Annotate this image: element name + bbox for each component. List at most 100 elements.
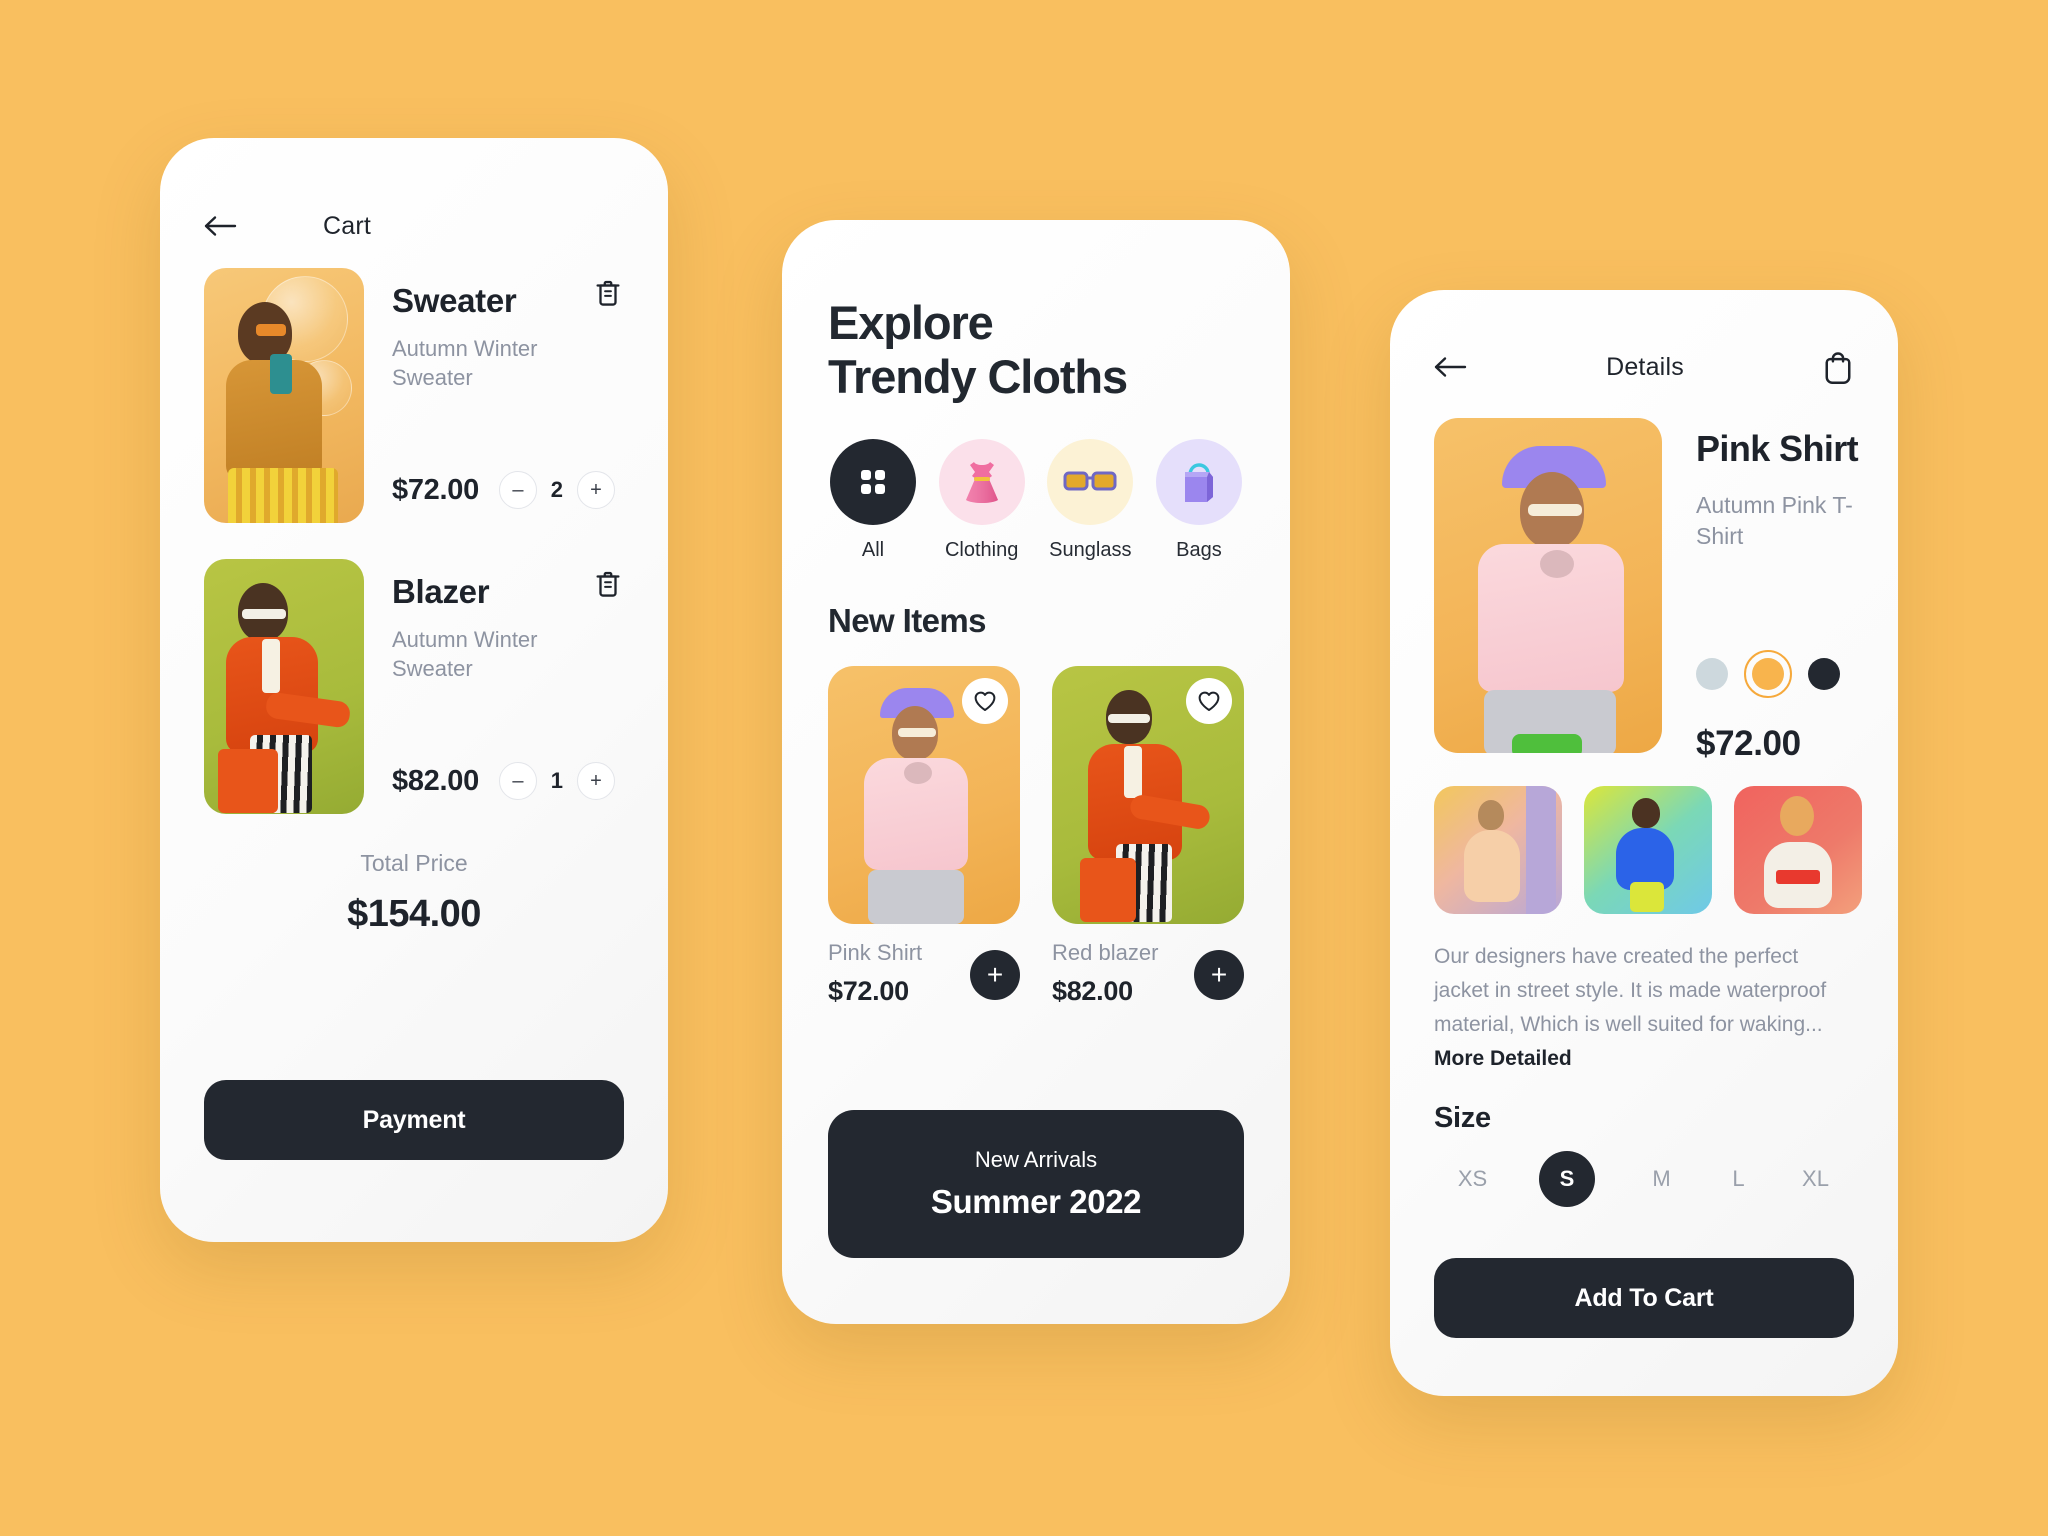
heart-icon[interactable] xyxy=(1186,678,1232,725)
gallery-thumbnail[interactable] xyxy=(1734,786,1862,915)
screenshot-canvas: Cart Sweater Autumn Winter Sweater $72.0… xyxy=(0,0,2048,1536)
total-price-value: $154.00 xyxy=(347,893,481,935)
color-swatch-list xyxy=(1696,650,1898,699)
size-option-s-selected[interactable]: S xyxy=(1539,1151,1595,1208)
cart-item-body: Blazer Autumn Winter Sweater $82.00 – 1 … xyxy=(364,559,624,814)
product-card[interactable]: Red blazer $82.00 + xyxy=(1052,666,1244,1007)
cart-screen: Cart Sweater Autumn Winter Sweater $72.0… xyxy=(160,138,668,1242)
product-image-main[interactable] xyxy=(1434,418,1662,753)
cart-item-name: Sweater xyxy=(392,282,517,319)
banner-title: Summer 2022 xyxy=(930,1183,1142,1220)
cart-item-name: Blazer xyxy=(392,573,490,610)
size-option-m[interactable]: M xyxy=(1623,1166,1700,1192)
page-title: Cart xyxy=(323,211,372,240)
grid-icon xyxy=(856,465,890,499)
decrease-quantity-button[interactable]: – xyxy=(498,762,537,800)
page-title: Details xyxy=(1606,352,1684,381)
details-info: Pink Shirt Autumn Pink T-Shirt $72.00 xyxy=(1662,418,1898,764)
increase-quantity-button[interactable]: + xyxy=(576,471,615,509)
product-meta: Red blazer $82.00 + xyxy=(1052,924,1244,1007)
color-swatch-dark-navy[interactable] xyxy=(1808,658,1840,691)
product-name: Pink Shirt xyxy=(1696,428,1859,469)
category-circle xyxy=(830,439,916,526)
category-label: Bags xyxy=(1176,539,1222,562)
bag-icon xyxy=(1177,458,1221,506)
category-circle xyxy=(1155,439,1242,526)
cart-item-price-row: $72.00 – 2 + xyxy=(392,471,624,509)
category-item-all[interactable]: All xyxy=(828,439,918,562)
cart-item-subtitle: Autumn Winter Sweater xyxy=(392,627,538,682)
color-swatch-light-gray[interactable] xyxy=(1696,658,1728,691)
explore-screen: Explore Trendy Cloths All Clothing Sungl… xyxy=(782,220,1290,1324)
category-list: All Clothing Sunglass Bags xyxy=(782,403,1290,562)
arrow-left-icon[interactable] xyxy=(1434,355,1468,379)
decrease-quantity-button[interactable]: – xyxy=(498,471,537,509)
product-grid: Pink Shirt $72.00 + Red blazer $82.00 + xyxy=(782,640,1290,1007)
category-item-sunglass[interactable]: Sunglass xyxy=(1045,439,1135,562)
product-image-red-blazer[interactable] xyxy=(1052,666,1244,925)
size-option-l[interactable]: L xyxy=(1700,1166,1777,1192)
product-card[interactable]: Pink Shirt $72.00 + xyxy=(828,666,1020,1007)
product-thumbnail-sweater[interactable] xyxy=(204,268,364,523)
quantity-stepper: – 2 + xyxy=(498,471,615,509)
category-item-clothing[interactable]: Clothing xyxy=(937,439,1027,562)
size-selector: XS S M L XL xyxy=(1390,1135,1898,1208)
product-thumbnail-blazer[interactable] xyxy=(204,559,364,814)
cart-topbar: Cart xyxy=(160,138,668,258)
category-label: Sunglass xyxy=(1049,539,1132,562)
sunglasses-icon xyxy=(1063,468,1117,496)
quantity-stepper: – 1 + xyxy=(498,762,615,800)
details-hero: Pink Shirt Autumn Pink T-Shirt $72.00 xyxy=(1390,400,1898,764)
banner-subtitle: New Arrivals xyxy=(974,1147,1098,1172)
product-image-pink-shirt[interactable] xyxy=(828,666,1020,925)
cart-item-body: Sweater Autumn Winter Sweater $72.00 – 2… xyxy=(364,268,624,523)
cart-item-price: $82.00 xyxy=(392,764,479,797)
add-to-cart-button[interactable]: + xyxy=(970,950,1020,1001)
explore-title-line2: Trendy Cloths xyxy=(828,349,1128,403)
explore-title-line1: Explore xyxy=(828,296,994,349)
section-title-new-items: New Items xyxy=(828,602,986,640)
gallery-thumbnail[interactable] xyxy=(1434,786,1562,915)
cart-item-list: Sweater Autumn Winter Sweater $72.00 – 2… xyxy=(160,258,668,814)
add-to-cart-button[interactable]: Add To Cart xyxy=(1434,1258,1854,1338)
gallery-thumbnail[interactable] xyxy=(1584,786,1712,915)
description-text: Our designers have created the perfect j… xyxy=(1434,945,1827,1037)
total-price-label: Total Price xyxy=(360,850,468,876)
category-label: Clothing xyxy=(944,539,1019,562)
heart-icon[interactable] xyxy=(962,678,1008,725)
product-subtitle: Autumn Pink T-Shirt xyxy=(1696,492,1853,550)
color-swatch-orange-selected[interactable] xyxy=(1744,650,1792,699)
category-label: All xyxy=(861,539,885,562)
more-detailed-link[interactable]: More Detailed xyxy=(1434,1047,1572,1070)
product-price: $72.00 xyxy=(1696,724,1801,764)
cart-item-price-row: $82.00 – 1 + xyxy=(392,762,624,800)
quantity-value: 2 xyxy=(550,477,564,502)
size-section-title: Size xyxy=(1434,1102,1491,1135)
trash-icon[interactable] xyxy=(594,278,622,308)
category-item-bags[interactable]: Bags xyxy=(1154,439,1244,562)
size-option-xs[interactable]: XS xyxy=(1434,1166,1511,1192)
explore-header: Explore Trendy Cloths xyxy=(782,220,1290,403)
details-screen: Details Pink Shirt Autumn Pink T-Shirt $… xyxy=(1390,290,1898,1396)
total-price-section: Total Price $154.00 xyxy=(160,850,668,936)
category-circle xyxy=(938,439,1025,526)
category-circle xyxy=(1047,439,1134,526)
cart-item-subtitle: Autumn Winter Sweater xyxy=(392,336,538,391)
payment-button[interactable]: Payment xyxy=(204,1080,624,1160)
product-meta: Pink Shirt $72.00 + xyxy=(828,924,1020,1007)
thumbnail-gallery xyxy=(1390,764,1898,915)
cart-item[interactable]: Blazer Autumn Winter Sweater $82.00 – 1 … xyxy=(204,559,624,814)
arrow-left-icon[interactable] xyxy=(204,214,238,238)
quantity-value: 1 xyxy=(550,768,564,793)
cart-item[interactable]: Sweater Autumn Winter Sweater $72.00 – 2… xyxy=(204,268,624,523)
cart-item-price: $72.00 xyxy=(392,473,479,506)
shopping-bag-icon[interactable] xyxy=(1822,349,1854,385)
product-description: Our designers have created the perfect j… xyxy=(1390,914,1898,1076)
increase-quantity-button[interactable]: + xyxy=(576,762,615,800)
add-to-cart-button[interactable]: + xyxy=(1194,950,1244,1001)
trash-icon[interactable] xyxy=(594,569,622,599)
new-arrivals-banner[interactable]: New Arrivals Summer 2022 xyxy=(828,1110,1244,1258)
details-topbar: Details xyxy=(1390,290,1898,400)
dress-icon xyxy=(960,457,1004,507)
size-option-xl[interactable]: XL xyxy=(1777,1166,1854,1192)
